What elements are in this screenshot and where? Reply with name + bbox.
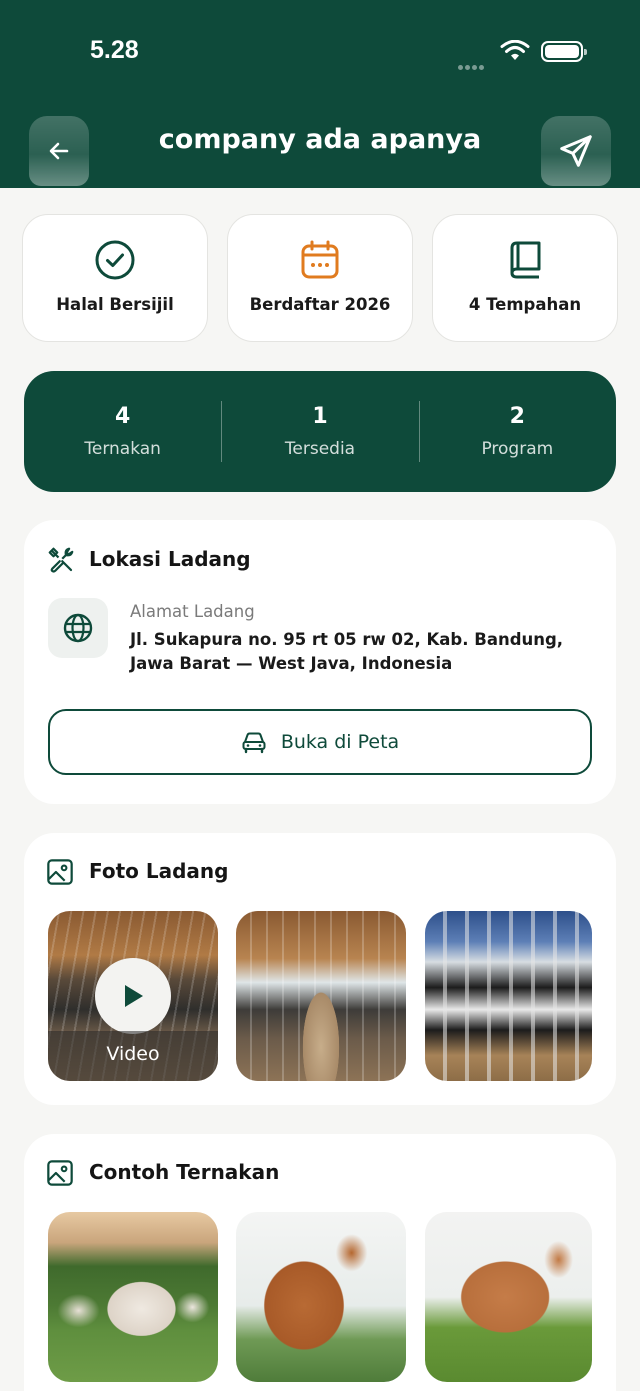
address-label: Alamat Ladang [130, 602, 255, 621]
address-text: Jl. Sukapura no. 95 rt 05 rw 02, Kab. Ba… [130, 630, 564, 673]
paper-plane-icon [560, 135, 592, 167]
badge-halal: Halal Bersijil [22, 214, 208, 342]
status-time: 5.28 [90, 36, 139, 64]
app-header: 5.28 company ada apanya [0, 0, 640, 188]
check-circle-icon [95, 240, 135, 280]
badge-label: Berdaftar 2026 [249, 295, 391, 314]
stat-available: 1 Tersedia [221, 371, 418, 492]
play-button[interactable] [95, 958, 171, 1034]
stat-value: 4 [115, 404, 131, 429]
livestock-title: Contoh Ternakan [89, 1160, 280, 1184]
globe-icon [63, 613, 93, 643]
livestock-card: Contoh Ternakan [24, 1134, 616, 1391]
badge-registered: Berdaftar 2026 [227, 214, 413, 342]
play-icon [125, 985, 143, 1007]
tools-icon [48, 547, 74, 573]
farm-photos-title: Foto Ladang [89, 859, 229, 883]
battery-icon [541, 41, 587, 62]
open-map-button[interactable]: Buka di Peta [48, 709, 592, 775]
share-button[interactable] [541, 116, 611, 186]
badge-bookings: 4 Tempahan [432, 214, 618, 342]
image-icon [47, 859, 73, 885]
wifi-icon [500, 40, 530, 60]
stat-label: Ternakan [84, 439, 161, 459]
stat-label: Tersedia [284, 439, 356, 459]
book-icon [510, 241, 541, 279]
stat-value: 2 [509, 404, 525, 429]
calendar-icon [301, 240, 339, 279]
arrow-left-icon [49, 142, 69, 160]
farm-photo[interactable] [425, 911, 592, 1081]
livestock-photo[interactable] [425, 1212, 592, 1382]
video-label: Video [48, 1031, 218, 1081]
open-map-label: Buka di Peta [280, 731, 400, 753]
globe-icon-box [48, 598, 108, 658]
stat-label: Program [481, 439, 554, 459]
signal-icon [458, 55, 486, 74]
back-button[interactable] [29, 116, 89, 186]
stat-livestock: 4 Ternakan [24, 371, 221, 492]
stat-program: 2 Program [418, 371, 616, 492]
image-icon [47, 1160, 73, 1186]
farm-photo[interactable] [236, 911, 406, 1081]
badge-label: Halal Bersijil [56, 295, 174, 314]
location-title: Lokasi Ladang [89, 547, 251, 571]
livestock-photo[interactable] [48, 1212, 218, 1382]
location-card: Lokasi Ladang Alamat Ladang Jl. Sukapura… [24, 520, 616, 804]
farm-photos-card: Foto Ladang Video [24, 833, 616, 1105]
page-title: company ada apanya [158, 124, 482, 155]
stat-value: 1 [312, 404, 328, 429]
car-icon [242, 732, 266, 754]
stats-bar: 4 Ternakan 1 Tersedia 2 Program [24, 371, 616, 492]
badge-label: 4 Tempahan [468, 295, 582, 314]
farm-video-thumbnail[interactable]: Video [48, 911, 218, 1081]
livestock-photo[interactable] [236, 1212, 406, 1382]
